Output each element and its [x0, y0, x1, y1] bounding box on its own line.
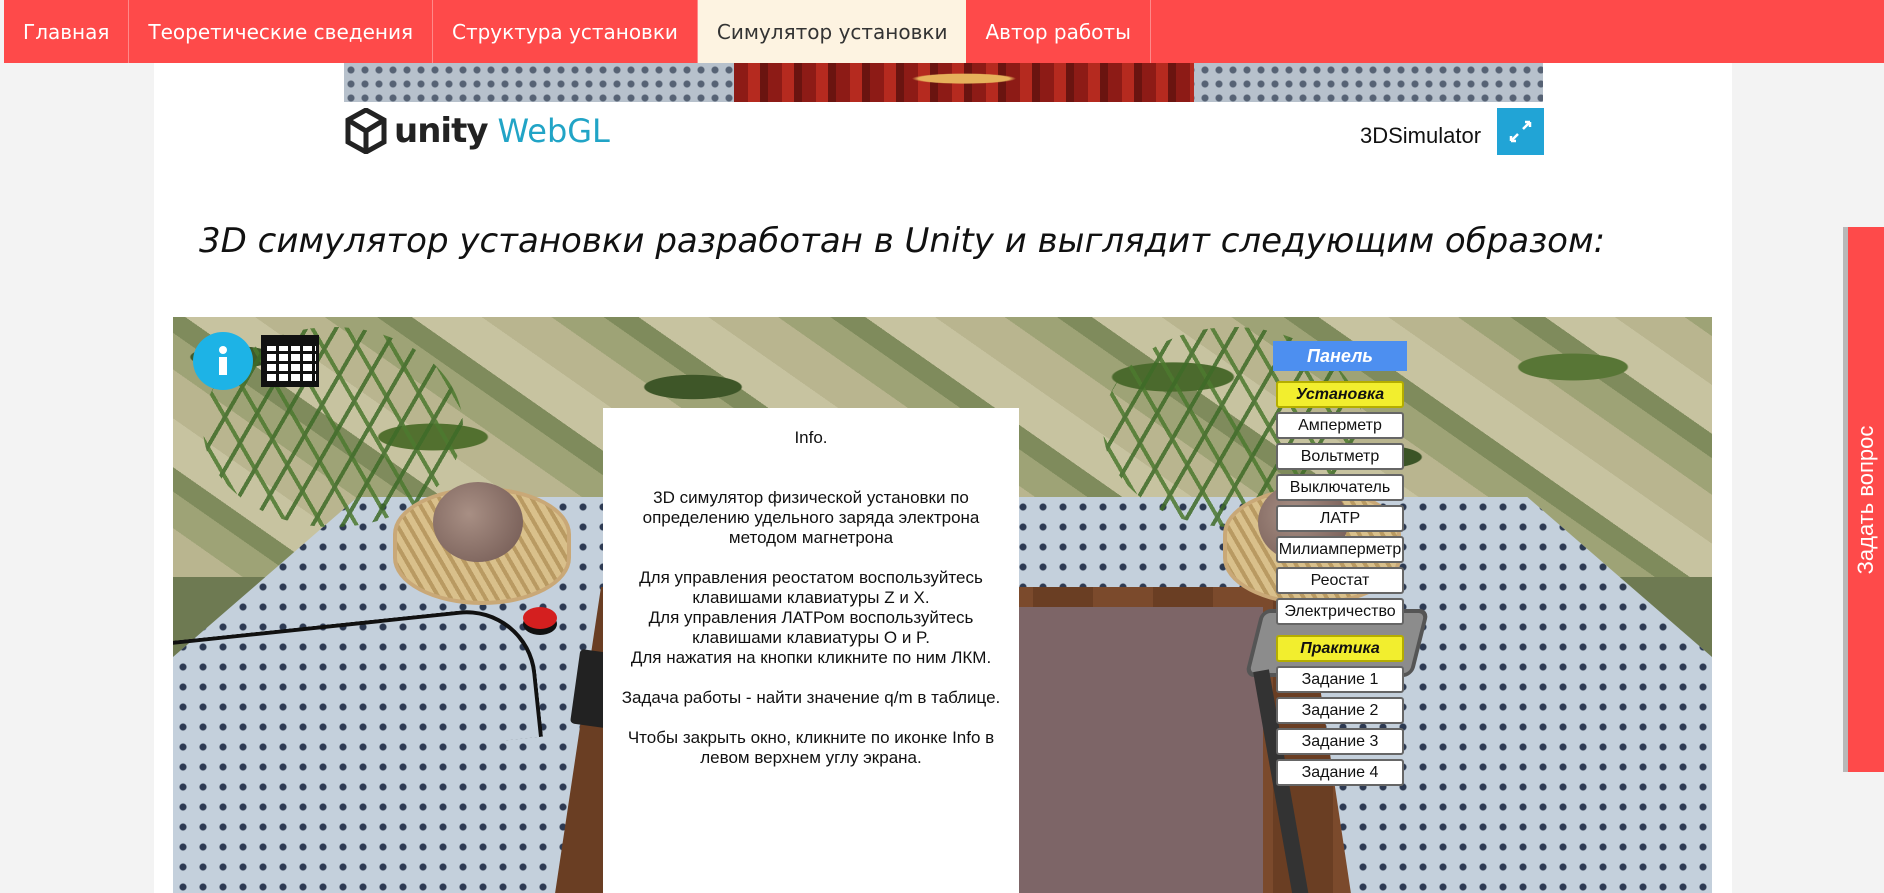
info-paragraph: Чтобы закрыть окно, кликните по иконке I… — [627, 728, 995, 767]
ask-question-label: Задать вопрос — [1853, 425, 1878, 574]
section-practice-button[interactable]: Практика — [1276, 635, 1404, 662]
ask-question-tab[interactable]: Задать вопрос — [1843, 227, 1884, 772]
page-heading: 3D симулятор установки разработан в Unit… — [199, 221, 1606, 261]
panel-item-switch[interactable]: Выключатель — [1276, 474, 1404, 501]
content-card: unity WebGL 3DSimulator 3D симулятор уст… — [154, 63, 1732, 893]
nav-item-author[interactable]: Автор работы — [966, 0, 1151, 63]
info-panel-title: Info. — [794, 428, 828, 447]
info-paragraph: 3D симулятор физической установки по опр… — [642, 488, 980, 547]
fullscreen-button[interactable] — [1497, 108, 1544, 155]
control-panel: Панель Установка Амперметр Вольтметр Вык… — [1273, 341, 1407, 786]
panel-item-task-3[interactable]: Задание 3 — [1276, 728, 1404, 755]
info-paragraph: Задача работы - найти значение q/m в таб… — [621, 688, 1001, 707]
panel-item-latr[interactable]: ЛАТР — [1276, 505, 1404, 532]
panel-item-task-4[interactable]: Задание 4 — [1276, 759, 1404, 786]
panel-item-task-1[interactable]: Задание 1 — [1276, 666, 1404, 693]
panel-header: Панель — [1273, 341, 1407, 371]
table-icon[interactable] — [261, 335, 319, 387]
fullscreen-icon — [1509, 120, 1532, 143]
section-setup-button[interactable]: Установка — [1276, 381, 1404, 408]
carpet-image — [734, 63, 1194, 102]
nav-item-structure[interactable]: Структура установки — [433, 0, 698, 63]
info-glyph-icon — [219, 346, 227, 375]
nav-item-simulator[interactable]: Симулятор установки — [697, 0, 967, 63]
red-push-button[interactable] — [523, 607, 557, 629]
unity-logo-icon — [345, 108, 387, 154]
plant-core-left — [433, 482, 523, 562]
info-paragraph: Для управления реостатом воспользуйтесь … — [630, 568, 992, 667]
panel-item-rheostat[interactable]: Реостат — [1276, 567, 1404, 594]
nav-item-home[interactable]: Главная — [4, 0, 130, 63]
unity-canvas-preview[interactable] — [344, 63, 1543, 102]
panel-item-task-2[interactable]: Задание 2 — [1276, 697, 1404, 724]
panel-item-electricity[interactable]: Электричество — [1276, 598, 1404, 625]
info-icon[interactable] — [193, 332, 253, 390]
unity-webgl-logo: unity WebGL — [344, 107, 610, 155]
panel-item-milliammeter[interactable]: Милиамперметр — [1276, 536, 1404, 563]
simulator-viewport[interactable]: Info. 3D симулятор физической установки … — [173, 317, 1712, 893]
info-panel: Info. 3D симулятор физической установки … — [603, 408, 1019, 893]
panel-item-voltmeter[interactable]: Вольтметр — [1276, 443, 1404, 470]
nav-item-theory[interactable]: Теоретические сведения — [129, 0, 433, 63]
top-nav: Главная Теоретические сведения Структура… — [4, 0, 1884, 63]
panel-item-ammeter[interactable]: Амперметр — [1276, 412, 1404, 439]
unity-wordmark: unity — [394, 111, 488, 151]
webgl-wordmark: WebGL — [497, 112, 610, 150]
simulator-title: 3DSimulator — [1360, 123, 1482, 148]
